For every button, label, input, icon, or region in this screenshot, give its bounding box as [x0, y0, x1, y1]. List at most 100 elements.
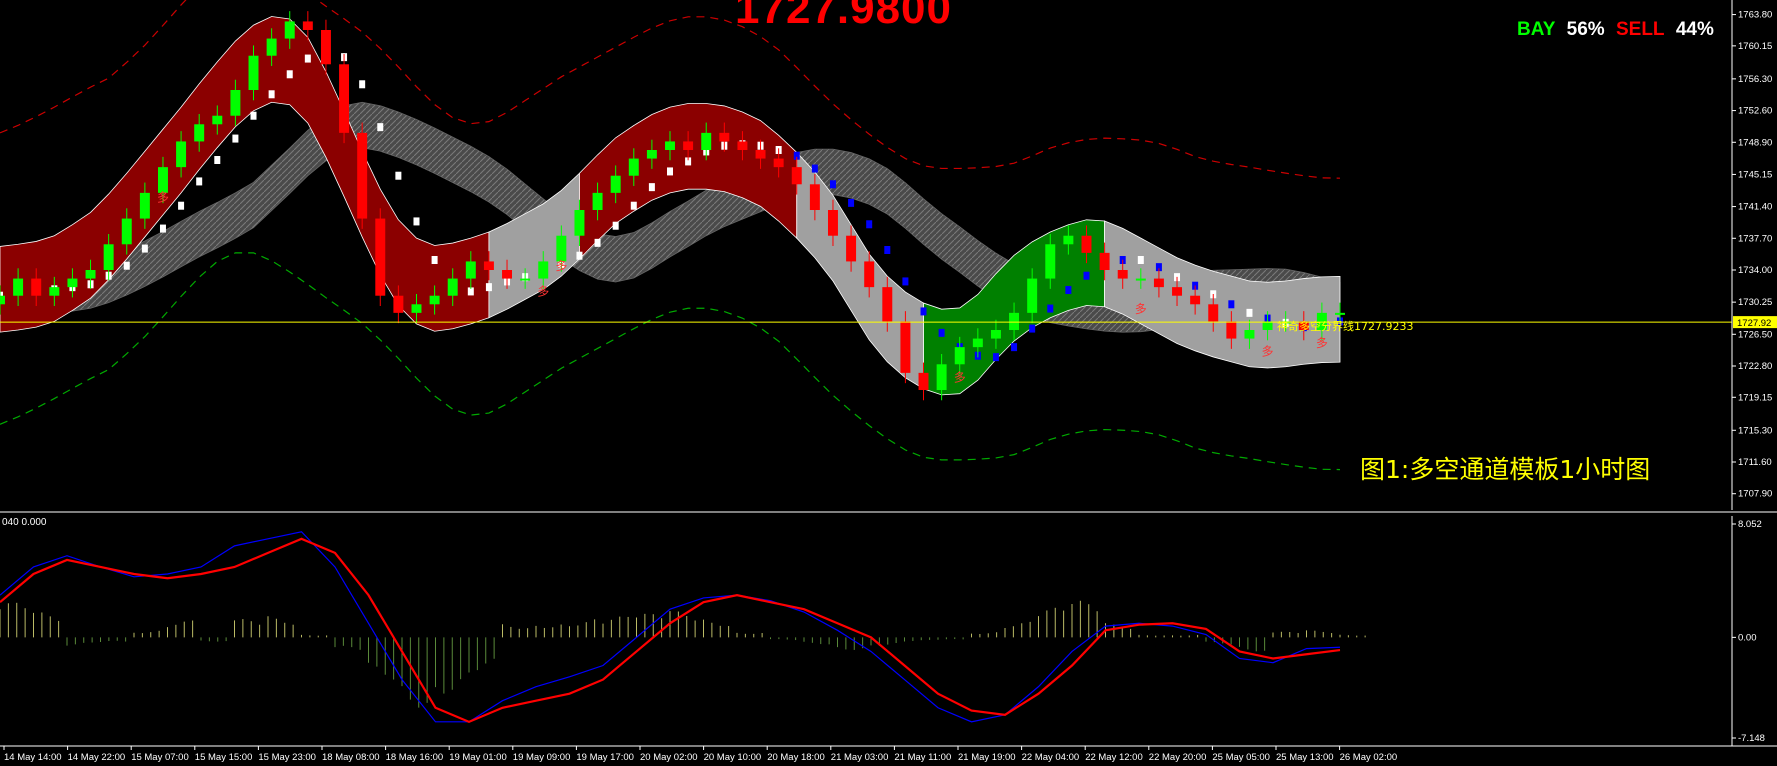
ma-dot — [1137, 256, 1144, 264]
candle-body — [1262, 321, 1273, 330]
candle-body — [1027, 278, 1038, 313]
time-tick-label: 25 May 13:00 — [1276, 752, 1334, 763]
candle-body — [773, 158, 784, 168]
price-pane: 多多多多多多多 — [0, 0, 1732, 471]
candle-body — [520, 278, 531, 281]
candle-body — [1153, 278, 1164, 288]
signal-mark: 多 — [537, 285, 549, 299]
ma-dot — [1011, 343, 1018, 352]
candle-body — [1244, 330, 1255, 339]
ma-dot — [630, 201, 637, 210]
candle-body — [900, 321, 911, 373]
ma-dot — [1083, 271, 1090, 280]
candle-body — [13, 278, 24, 296]
price-tick-label: 1726.50 — [1738, 329, 1772, 340]
candle-body — [1045, 244, 1056, 279]
candle-body — [791, 167, 802, 185]
candle-body — [538, 261, 549, 279]
sell-label: SELL — [1615, 19, 1665, 40]
current-price-tag: 1727.92 — [1737, 318, 1771, 329]
candle-body — [864, 261, 875, 288]
candle-body — [339, 64, 350, 133]
bay-label: BAY — [1517, 19, 1556, 40]
ma-dot — [196, 177, 203, 186]
candle-body — [1081, 235, 1092, 253]
time-tick-label: 21 May 11:00 — [894, 752, 951, 763]
candle-body — [954, 347, 965, 365]
signal-mark: 多 — [555, 259, 567, 273]
candle-body — [846, 235, 857, 262]
candle-body — [990, 330, 1001, 339]
price-tick-label: 1745.15 — [1738, 169, 1772, 180]
candle-body — [936, 364, 947, 390]
candle-body — [719, 132, 730, 142]
price-tick-label: 1763.80 — [1738, 10, 1772, 21]
candle-body — [1226, 321, 1237, 339]
candle-body — [411, 304, 422, 313]
time-tick-label: 14 May 14:00 — [4, 752, 62, 763]
ma-dot — [1228, 300, 1235, 309]
time-tick-label: 19 May 17:00 — [576, 752, 634, 763]
candle-body — [1190, 295, 1201, 305]
candle-body — [610, 175, 621, 193]
sell-percent: 44% — [1675, 19, 1714, 40]
price-tick-label: 1719.15 — [1738, 392, 1772, 403]
candle-body — [139, 192, 150, 219]
current-price-display: 1727.9800 — [735, 0, 952, 33]
ma-dot — [920, 307, 927, 316]
candle-body — [827, 210, 838, 236]
candle-body — [809, 184, 820, 210]
bay-percent: 56% — [1566, 19, 1605, 40]
signal-mark: 多 — [1135, 302, 1147, 316]
price-tick-label: 1741.40 — [1738, 202, 1772, 213]
macd-tick-label: 0.00 — [1738, 632, 1757, 643]
indicator-label: 040 0.000 — [2, 517, 47, 528]
time-tick-label: 15 May 15:00 — [195, 752, 253, 763]
time-tick-label: 20 May 02:00 — [640, 752, 698, 763]
price-tick-label: 1734.00 — [1738, 265, 1772, 276]
candle-body — [1335, 312, 1345, 315]
ma-dot — [159, 224, 166, 233]
time-tick-label: 20 May 18:00 — [767, 752, 825, 763]
time-tick-label: 20 May 10:00 — [704, 752, 762, 763]
price-tick-label: 1722.80 — [1738, 361, 1772, 372]
ma-dot — [1246, 308, 1253, 317]
candle-body — [1117, 270, 1128, 279]
time-tick-label: 26 May 02:00 — [1340, 752, 1398, 763]
price-tick-label: 1748.90 — [1738, 137, 1772, 148]
time-tick-label: 25 May 05:00 — [1212, 752, 1270, 763]
candle-body — [701, 132, 712, 150]
candle-body — [266, 38, 277, 56]
time-tick-label: 21 May 19:00 — [958, 752, 1016, 763]
ma-dot — [286, 70, 293, 79]
candle-body — [737, 141, 748, 150]
ma-dot — [866, 220, 873, 229]
candle-body — [0, 295, 5, 305]
macd-tick-label: 8.052 — [1738, 519, 1762, 530]
candle-body — [574, 210, 585, 236]
ma-dot — [811, 164, 818, 173]
figure-caption: 图1:多空通道模板1小时图 — [1360, 455, 1651, 484]
candle-body — [121, 218, 132, 245]
time-tick-label: 19 May 01:00 — [449, 752, 507, 763]
candle-body — [375, 218, 386, 296]
candle-body — [393, 295, 404, 313]
signal-mark: 多 — [954, 370, 966, 384]
candle-body — [302, 21, 313, 30]
ma-dot — [178, 201, 185, 210]
candle-body — [1009, 312, 1020, 330]
ma-dot — [938, 328, 945, 337]
time-tick-label: 22 May 20:00 — [1149, 752, 1207, 763]
ma-dot — [648, 183, 655, 192]
ma-dot — [1047, 304, 1054, 313]
time-tick-label: 22 May 04:00 — [1022, 752, 1080, 763]
candle-body — [230, 90, 241, 116]
macd-tick-label: -7.148 — [1738, 733, 1765, 744]
candle-body — [502, 270, 513, 279]
candle-body — [628, 158, 639, 176]
price-tick-label: 1752.60 — [1738, 106, 1772, 117]
candle-body — [357, 132, 368, 219]
candle-body — [882, 287, 893, 322]
ma-dot — [848, 198, 855, 207]
ma-dot — [485, 283, 492, 292]
